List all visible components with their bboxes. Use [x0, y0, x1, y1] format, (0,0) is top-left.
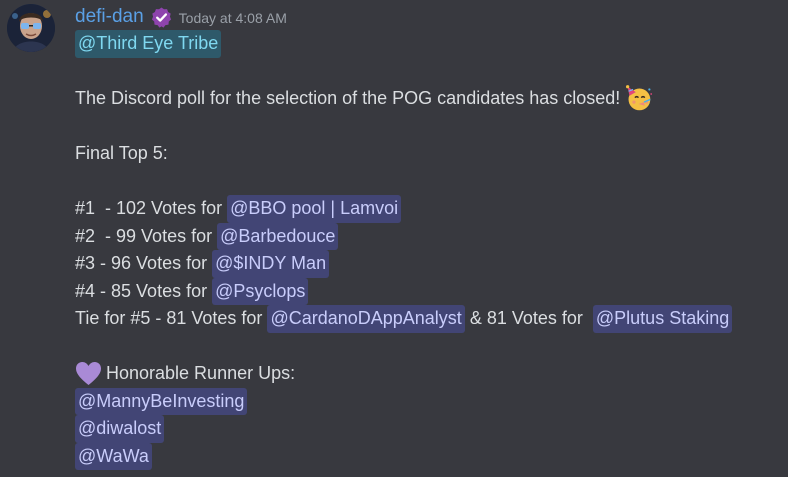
result-line: #1 - 102 Votes for @BBO pool | Lamvoi: [75, 195, 775, 223]
message-header: defi-dan Today at 4:08 AM: [75, 4, 287, 30]
user-mention[interactable]: @CardanoDAppAnalyst: [267, 305, 465, 333]
runner-ups-heading: Honorable Runner Ups:: [75, 360, 775, 388]
tie-prefix: Tie for #5 - 81 Votes for: [75, 308, 268, 328]
runner-up-line: @diwalost: [75, 415, 775, 443]
chat-message: defi-dan Today at 4:08 AM @Third Eye Tri…: [0, 0, 788, 477]
partying-face-icon[interactable]: [624, 84, 653, 113]
result-prefix: #2 - 99 Votes for: [75, 225, 218, 246]
result-line: #2 - 99 Votes for @Barbedouce: [75, 222, 775, 250]
result-prefix: #4 - 85 Votes for: [75, 280, 213, 301]
user-mention[interactable]: @Barbedouce: [217, 222, 339, 250]
tie-middle: & 81 Votes for: [464, 308, 588, 328]
role-mention[interactable]: @Third Eye Tribe: [75, 30, 222, 58]
avatar[interactable]: [7, 4, 55, 52]
result-line: #3 - 96 Votes for @$INDY Man: [75, 250, 775, 278]
user-mention[interactable]: @diwalost: [75, 415, 165, 443]
announcement-text: The Discord poll for the selection of th…: [75, 88, 621, 108]
role-mention-line: @Third Eye Tribe: [75, 30, 775, 58]
runner-ups-heading-text: Honorable Runner Ups:: [106, 363, 296, 383]
purple-heart-icon[interactable]: [75, 361, 102, 386]
username[interactable]: defi-dan: [75, 6, 144, 28]
message-content: @Third Eye Tribe The Discord poll for th…: [75, 30, 775, 470]
result-line: #4 - 85 Votes for @Psyclops: [75, 277, 775, 305]
result-prefix: #1 - 102 Votes for: [75, 198, 228, 218]
user-mention[interactable]: @WaWa: [75, 442, 152, 470]
announcement-line: The Discord poll for the selection of th…: [75, 85, 775, 113]
runner-up-line: @MannyBeInvesting: [75, 387, 775, 415]
result-prefix: #3 - 96 Votes for: [75, 253, 213, 273]
user-mention[interactable]: @Psyclops: [212, 277, 309, 305]
message-timestamp[interactable]: Today at 4:08 AM: [179, 10, 287, 26]
user-mention[interactable]: @BBO pool | Lamvoi: [227, 195, 402, 223]
avatar-image: [7, 4, 55, 52]
user-mention[interactable]: @MannyBeInvesting: [75, 387, 248, 415]
runner-up-line: @WaWa: [75, 442, 775, 470]
final-top-heading: Final Top 5:: [75, 140, 775, 168]
user-mention[interactable]: @Plutus Staking: [592, 305, 733, 333]
final-top-heading-text: Final Top 5:: [75, 143, 168, 163]
tie-result-line: Tie for #5 - 81 Votes for @CardanoDAppAn…: [75, 305, 775, 333]
user-mention[interactable]: @$INDY Man: [212, 250, 330, 278]
verified-badge-icon: [150, 6, 173, 29]
